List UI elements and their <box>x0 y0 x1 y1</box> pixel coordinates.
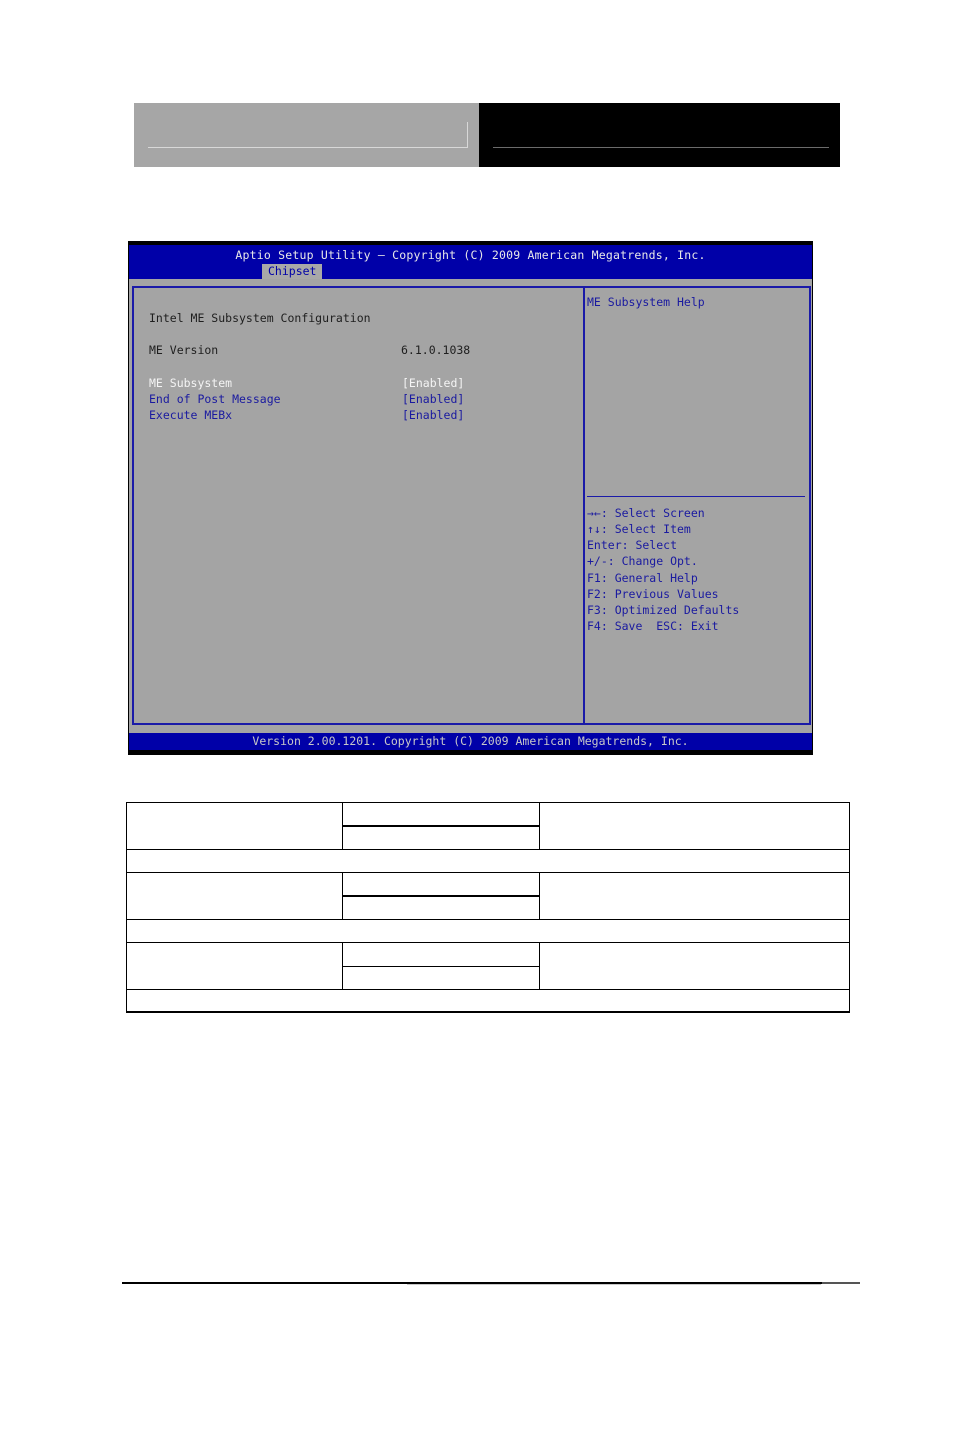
option-end-of-post-message[interactable]: End of Post Message <box>149 392 281 406</box>
option-execute-mebx-value[interactable]: [Enabled] <box>402 408 464 422</box>
bios-setup-screen: Aptio Setup Utility – Copyright (C) 2009… <box>128 241 813 755</box>
header-left-rule <box>148 147 468 148</box>
key-help-select-screen: →←: Select Screen <box>587 506 705 520</box>
table-row-divider <box>127 989 849 990</box>
header-right-rule <box>493 147 829 148</box>
header-right-block <box>479 103 840 167</box>
table-row-divider <box>342 895 539 897</box>
table-col-divider <box>539 803 540 849</box>
bios-title-bar: Aptio Setup Utility – Copyright (C) 2009… <box>129 245 812 279</box>
option-execute-mebx[interactable]: Execute MEBx <box>149 408 232 422</box>
options-table <box>126 802 850 1013</box>
key-help-f1: F1: General Help <box>587 571 698 585</box>
key-help-change-opt: +/-: Change Opt. <box>587 554 698 568</box>
table-col-divider <box>539 872 540 919</box>
footer-rule-shadow <box>407 1284 821 1285</box>
page-header-banner <box>134 103 840 167</box>
table-row-divider <box>127 919 849 920</box>
bios-body: Intel ME Subsystem Configuration ME Vers… <box>129 279 812 733</box>
bios-footer: Version 2.00.1201. Copyright (C) 2009 Am… <box>252 734 689 748</box>
option-me-subsystem[interactable]: ME Subsystem <box>149 376 232 390</box>
key-help-enter: Enter: Select <box>587 538 678 552</box>
help-divider <box>587 496 805 497</box>
table-col-divider <box>539 942 540 989</box>
table-bottom-border <box>126 1011 850 1013</box>
tab-chipset[interactable]: Chipset <box>262 264 323 279</box>
bios-footer-bar: Version 2.00.1201. Copyright (C) 2009 Am… <box>129 733 812 750</box>
key-help-f2: F2: Previous Values <box>587 587 719 601</box>
table-row-divider <box>127 872 849 873</box>
table-row-divider <box>342 825 539 827</box>
me-version-label: ME Version <box>149 343 219 357</box>
key-help-f4-esc: F4: Save ESC: Exit <box>587 619 719 633</box>
key-help-select-item: ↑↓: Select Item <box>587 522 691 536</box>
table-row-divider <box>127 849 849 850</box>
section-heading: Intel ME Subsystem Configuration <box>149 311 371 325</box>
me-version-value: 6.1.0.1038 <box>401 343 471 357</box>
footer-rule-end <box>822 1282 860 1284</box>
settings-panel: Intel ME Subsystem Configuration ME Vers… <box>132 286 584 725</box>
bios-title: Aptio Setup Utility – Copyright (C) 2009… <box>235 248 706 262</box>
table-row-divider <box>342 966 539 967</box>
help-text: ME Subsystem Help <box>587 295 705 309</box>
table-row-divider <box>127 942 849 943</box>
option-me-subsystem-value[interactable]: [Enabled] <box>402 376 464 390</box>
header-left-block <box>134 103 479 167</box>
option-end-of-post-message-value[interactable]: [Enabled] <box>402 392 464 406</box>
help-panel: ME Subsystem Help →←: Select Screen ↑↓: … <box>583 286 811 725</box>
key-help-f3: F3: Optimized Defaults <box>587 603 740 617</box>
header-left-tick <box>467 122 468 148</box>
